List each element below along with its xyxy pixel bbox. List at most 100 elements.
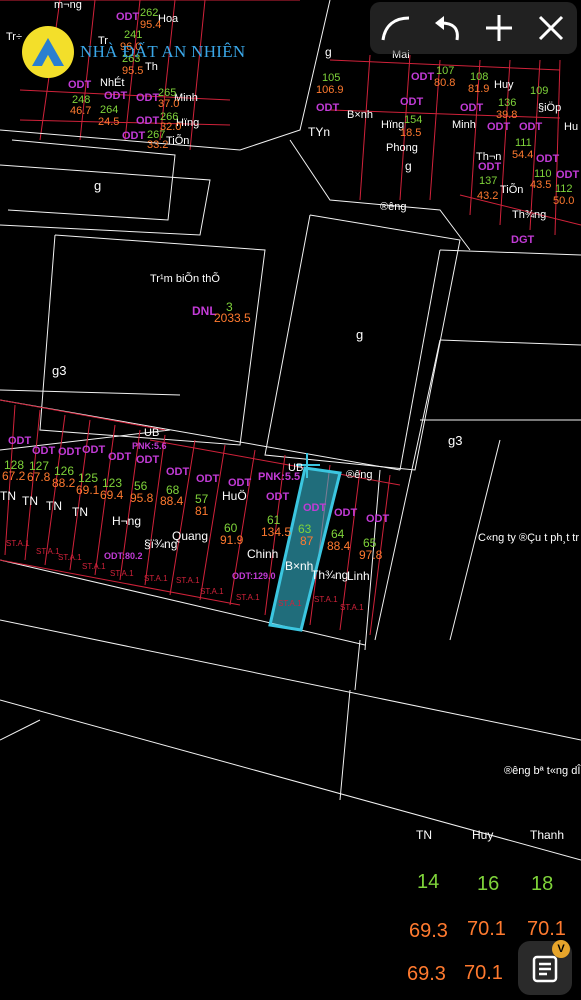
cadastral-map[interactable] bbox=[0, 0, 581, 1000]
land-type: ODT bbox=[136, 115, 160, 127]
close-button[interactable] bbox=[531, 8, 571, 48]
lot-number: 109 bbox=[530, 85, 549, 97]
lot-area: 67.8 bbox=[27, 470, 51, 484]
land-type: ODT bbox=[411, 71, 435, 83]
land-type: ODT bbox=[122, 130, 146, 142]
lot-area: 37.0 bbox=[158, 98, 180, 110]
road-label: ®­êng bª t«ng dÎ bbox=[504, 765, 581, 777]
sheet-code: ST.A.1 bbox=[236, 593, 260, 602]
lot-area: 91.9 bbox=[220, 533, 244, 547]
lot-area: 69.4 bbox=[100, 488, 124, 502]
owner-label: Phong bbox=[386, 142, 418, 154]
lot-area: 2033.5 bbox=[214, 311, 251, 325]
owner-label: HuÖ bbox=[222, 489, 247, 503]
map-symbol: g bbox=[325, 45, 332, 59]
lot-area: 43.5 bbox=[530, 179, 552, 191]
sheet-code: ST.A.1 bbox=[314, 595, 338, 604]
undo-button[interactable] bbox=[428, 8, 468, 48]
lot-number: 136 bbox=[498, 97, 517, 109]
land-type: ODT bbox=[136, 454, 160, 466]
lot-area: 97.8 bbox=[359, 548, 383, 562]
land-type-code: ODT:129.0 bbox=[232, 571, 276, 581]
area-name: Tr¹m biÕn thÕ bbox=[150, 273, 220, 285]
lot-number: 105 bbox=[322, 72, 341, 84]
lot-area: 81 bbox=[195, 504, 209, 518]
lot-number: 111 bbox=[515, 137, 532, 149]
lot-area: 88.2 bbox=[52, 476, 76, 490]
owner-label: §iÖp bbox=[538, 102, 562, 114]
land-type: ODT bbox=[8, 435, 32, 447]
sheet-code: ST.A.1 bbox=[176, 576, 200, 585]
brand-logo: NHÀ ĐẤT AN NHIÊN bbox=[22, 26, 246, 78]
add-button[interactable] bbox=[479, 8, 519, 48]
undo-icon bbox=[434, 16, 459, 41]
sheet-code: ST.A.1 bbox=[82, 562, 106, 571]
list-icon bbox=[532, 955, 558, 983]
lot-area: 95.8 bbox=[130, 491, 154, 505]
lot-area: 46.7 bbox=[70, 105, 92, 117]
land-type: ODT bbox=[266, 491, 290, 503]
owner-label: NhÉt bbox=[100, 77, 125, 89]
lot-number: 112 bbox=[555, 183, 573, 195]
land-type: ODT bbox=[32, 445, 56, 457]
land-type: ODT bbox=[316, 102, 340, 114]
land-type: ODT bbox=[487, 121, 511, 133]
panel-header: TN bbox=[416, 828, 432, 842]
close-icon bbox=[539, 15, 564, 41]
land-type: ODT bbox=[58, 446, 82, 458]
owner-label: Quang bbox=[172, 529, 209, 543]
land-type-code: PNK:5.5 bbox=[258, 471, 301, 483]
owner-label: Minh bbox=[452, 119, 476, 131]
land-type: ODT bbox=[108, 451, 132, 463]
owner-label: Huy bbox=[494, 79, 514, 91]
owner-label: Tr÷ bbox=[6, 31, 23, 43]
land-type: ODT bbox=[366, 513, 390, 525]
land-type: ODT bbox=[303, 502, 327, 514]
panel-value: 14 bbox=[417, 871, 440, 893]
curve-icon bbox=[381, 16, 409, 41]
lot-area: 50.0 bbox=[553, 195, 575, 207]
land-type: ODT bbox=[116, 11, 140, 23]
lot-area: 67.2 bbox=[2, 469, 26, 483]
lot-number: 264 bbox=[100, 104, 119, 116]
land-type: ODT bbox=[82, 444, 106, 456]
owner-label: TN bbox=[22, 494, 38, 508]
panel-value: 18 bbox=[531, 873, 554, 895]
owner-label: B×nh bbox=[285, 559, 314, 573]
map-symbol: g bbox=[356, 327, 364, 342]
lot-area: 87 bbox=[300, 534, 314, 548]
land-type: DNL bbox=[192, 304, 217, 318]
curve-tool-button[interactable] bbox=[376, 8, 416, 48]
panel-value: 16 bbox=[477, 873, 500, 895]
lot-area: 80.8 bbox=[434, 77, 456, 89]
land-type: ODT bbox=[460, 102, 484, 114]
owner-label: TN bbox=[0, 489, 16, 503]
land-type: ODT bbox=[196, 473, 220, 485]
owner-label: TN bbox=[46, 499, 62, 513]
sheet-code: ST.A.1 bbox=[110, 569, 134, 578]
land-type: DGT bbox=[511, 234, 535, 246]
land-type: ODT bbox=[68, 79, 92, 91]
lot-number: 154 bbox=[404, 114, 423, 126]
land-type: ODT bbox=[556, 169, 580, 181]
land-type: ODT bbox=[104, 90, 128, 102]
lot-area: 24.5 bbox=[98, 116, 120, 128]
land-type: ODT bbox=[400, 96, 424, 108]
lot-area: 88.4 bbox=[327, 539, 351, 553]
owner-label: Linh bbox=[347, 569, 370, 583]
map-symbol: g bbox=[94, 178, 102, 193]
plus-icon bbox=[486, 15, 513, 41]
map-symbol: g3 bbox=[52, 363, 67, 378]
owner-label: m¬ng bbox=[54, 0, 82, 11]
panel-value: 70.1 bbox=[464, 962, 503, 984]
panel-header: Huy bbox=[472, 828, 494, 842]
lot-area: 33.2 bbox=[147, 139, 169, 151]
land-type: ODT bbox=[136, 92, 160, 104]
company-label: C«ng ty ®Çu t­ ph¸t tr bbox=[478, 532, 580, 544]
sheet-code: ST.A.1 bbox=[58, 553, 82, 562]
land-type-code: ODT:80.2 bbox=[104, 551, 143, 561]
owner-label: Th¾ng bbox=[311, 568, 349, 582]
land-type: ODT bbox=[536, 153, 560, 165]
land-type-code: PNK:5.6 bbox=[132, 441, 167, 451]
sheet-code: ST.A.1 bbox=[200, 587, 224, 596]
